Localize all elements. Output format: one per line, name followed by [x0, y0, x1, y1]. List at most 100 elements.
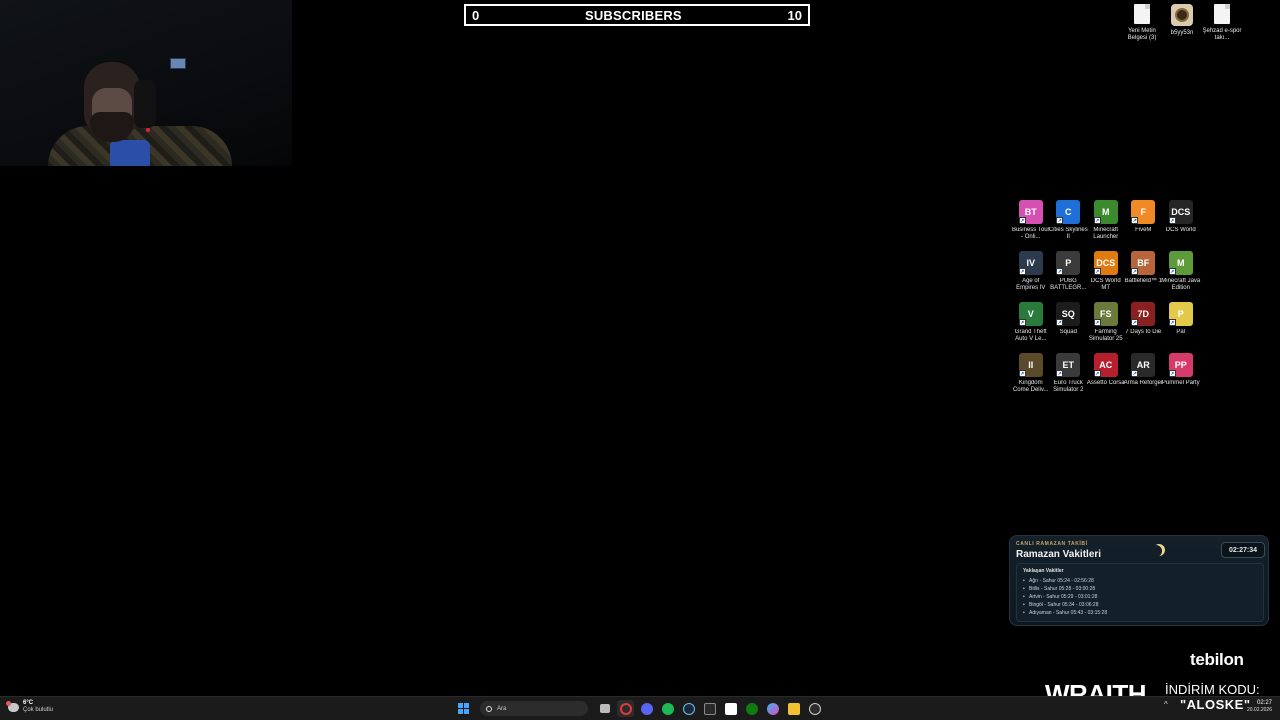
tebilon-logo: tebilon	[1190, 650, 1244, 669]
crescent-moon-icon	[1153, 544, 1165, 556]
app-shortcut[interactable]: F ↗ FiveM	[1125, 200, 1163, 241]
ramazan-item: Ağrı - Sahur 05:24 - 02:56:28	[1023, 577, 1257, 585]
desktop-file[interactable]: Yeni Metin Belgesi (3)	[1124, 4, 1160, 42]
system-tray: ^	[1164, 700, 1168, 709]
app-icon: DCS ↗	[1168, 200, 1193, 224]
app-label: Age of Empires IV	[1016, 278, 1046, 291]
shortcut-arrow-icon: ↗	[1018, 319, 1026, 326]
app-shortcut[interactable]: SQ ↗ Squad	[1050, 302, 1088, 343]
chevron-up-icon[interactable]: ^	[1164, 700, 1168, 709]
app-shortcut[interactable]: P ↗ PUBG BATTLEGR...	[1050, 251, 1088, 292]
steam-button[interactable]	[680, 700, 697, 717]
app-shortcut[interactable]: M ↗ Minecraft Java Edition	[1161, 251, 1201, 292]
app-icon: PP ↗	[1168, 353, 1193, 377]
ramazan-item: Bitlis - Sahur 05:28 - 03:00:28	[1023, 585, 1257, 593]
windows-icon	[458, 703, 469, 714]
app-label: Cities Skylines II	[1048, 227, 1088, 240]
app-icon-glyph: 7D	[1137, 309, 1149, 319]
spotify-icon	[661, 702, 674, 715]
app-shortcut[interactable]: ET ↗ Euro Truck Simulator 2	[1050, 353, 1088, 394]
start-button[interactable]	[455, 700, 472, 717]
epic-games-icon	[703, 702, 716, 715]
app-shortcut[interactable]: M ↗ Minecraft Launcher	[1087, 200, 1125, 241]
desktop-file[interactable]: b5yy53n	[1164, 4, 1200, 42]
app-shortcut[interactable]: DCS ↗ DCS World MT	[1087, 251, 1125, 292]
app-label: Kingdom Come Deliv...	[1012, 380, 1049, 393]
shortcut-arrow-icon: ↗	[1131, 268, 1139, 275]
app-icon: M ↗	[1093, 200, 1118, 224]
app-icon: SQ ↗	[1056, 302, 1081, 326]
copilot-icon	[766, 702, 779, 715]
desktop-file-label: b5yy53n	[1170, 30, 1194, 36]
headphone-icon	[134, 80, 156, 128]
task-view-button[interactable]	[596, 700, 613, 717]
app-icon-glyph: II	[1028, 360, 1034, 370]
app-shortcut[interactable]: BT ↗ Business Tour - Onli...	[1012, 200, 1050, 241]
app-label: Pal	[1176, 329, 1186, 335]
obs-icon	[808, 702, 821, 715]
discount-label: İNDİRİM KODU:	[1165, 682, 1260, 697]
app-shortcut[interactable]: FS ↗ Farming Simulator 25	[1087, 302, 1125, 343]
app-icon: V ↗	[1018, 302, 1043, 326]
app-shortcut[interactable]: 7D ↗ 7 Days to Die	[1125, 302, 1163, 343]
opera-gx-button[interactable]	[617, 700, 634, 717]
xbox-button[interactable]	[743, 700, 760, 717]
app-icon: AC ↗	[1093, 353, 1118, 377]
search-box[interactable]: Ara	[480, 701, 588, 716]
app-label: Minecraft Java Edition	[1161, 278, 1201, 291]
weather-widget[interactable]: 6°C Çok bulutlu	[6, 700, 54, 714]
app-label: Squad	[1059, 329, 1077, 335]
app-label: Minecraft Launcher	[1093, 227, 1119, 240]
shortcut-arrow-icon: ↗	[1131, 319, 1139, 326]
app-shortcut[interactable]: II ↗ Kingdom Come Deliv...	[1012, 353, 1050, 394]
app-shortcut[interactable]: AC ↗ Assetto Corsa	[1087, 353, 1125, 394]
app-shortcut[interactable]: BF ↗ Battlefield™ 1	[1125, 251, 1163, 292]
shortcut-arrow-icon: ↗	[1093, 319, 1101, 326]
app-shortcut[interactable]: AR ↗ Arma Reforger	[1124, 353, 1163, 394]
app-icon: P ↗	[1056, 251, 1081, 275]
capcut-button[interactable]	[722, 700, 739, 717]
copilot-button[interactable]	[764, 700, 781, 717]
app-shortcut[interactable]: P ↗ Pal	[1162, 302, 1200, 343]
app-shortcut[interactable]: C ↗ Cities Skylines II	[1048, 200, 1088, 241]
epic-games-button[interactable]	[701, 700, 718, 717]
shortcut-arrow-icon: ↗	[1018, 268, 1026, 275]
webcam-monitor-light	[170, 58, 186, 69]
discord-button[interactable]	[638, 700, 655, 717]
app-shortcut[interactable]: PP ↗ Pummel Party	[1162, 353, 1200, 394]
ramazan-item: Bingöl - Sahur 05:34 - 03:06:28	[1023, 601, 1257, 609]
app-label: FiveM	[1135, 227, 1152, 233]
shortcut-arrow-icon: ↗	[1056, 319, 1064, 326]
weather-condition: Çok bulutlu	[23, 707, 54, 713]
search-icon	[486, 705, 492, 712]
app-icon-glyph: P	[1177, 309, 1184, 319]
app-shortcut[interactable]: V ↗ Grand Theft Auto V Le...	[1012, 302, 1050, 343]
shortcut-arrow-icon: ↗	[1168, 217, 1176, 224]
taskbar-apps: Ara	[455, 700, 823, 717]
app-label: DCS World	[1165, 227, 1196, 233]
spotify-button[interactable]	[659, 700, 676, 717]
obs-button[interactable]	[806, 700, 823, 717]
app-icon-glyph: P	[1065, 258, 1072, 268]
app-icon-glyph: C	[1065, 207, 1072, 217]
app-label: Grand Theft Auto V Le...	[1014, 329, 1047, 342]
app-shortcut[interactable]: IV ↗ Age of Empires IV	[1012, 251, 1050, 292]
app-icon: IV ↗	[1018, 251, 1043, 275]
app-icon-glyph: AR	[1136, 360, 1150, 370]
task-view-icon	[599, 704, 610, 713]
capcut-icon	[724, 702, 737, 715]
file-explorer-button[interactable]	[785, 700, 802, 717]
app-icon-glyph: V	[1027, 309, 1034, 319]
webcam-overlay	[0, 0, 292, 166]
discount-code: "ALOSKE"	[1180, 697, 1251, 712]
desktop-file[interactable]: Şehzad e-spor takı...	[1202, 4, 1242, 42]
app-label: Farming Simulator 25	[1088, 329, 1123, 342]
headphone-led	[146, 128, 150, 132]
shortcut-arrow-icon: ↗	[1056, 370, 1064, 377]
shortcut-arrow-icon: ↗	[1056, 217, 1064, 224]
shortcut-arrow-icon: ↗	[1131, 370, 1139, 377]
ramazan-subtitle: CANLI RAMAZAN TAKİBİ	[1016, 541, 1088, 547]
app-shortcut[interactable]: DCS ↗ DCS World	[1162, 200, 1200, 241]
search-placeholder: Ara	[497, 705, 507, 712]
shortcut-arrow-icon: ↗	[1018, 370, 1026, 377]
